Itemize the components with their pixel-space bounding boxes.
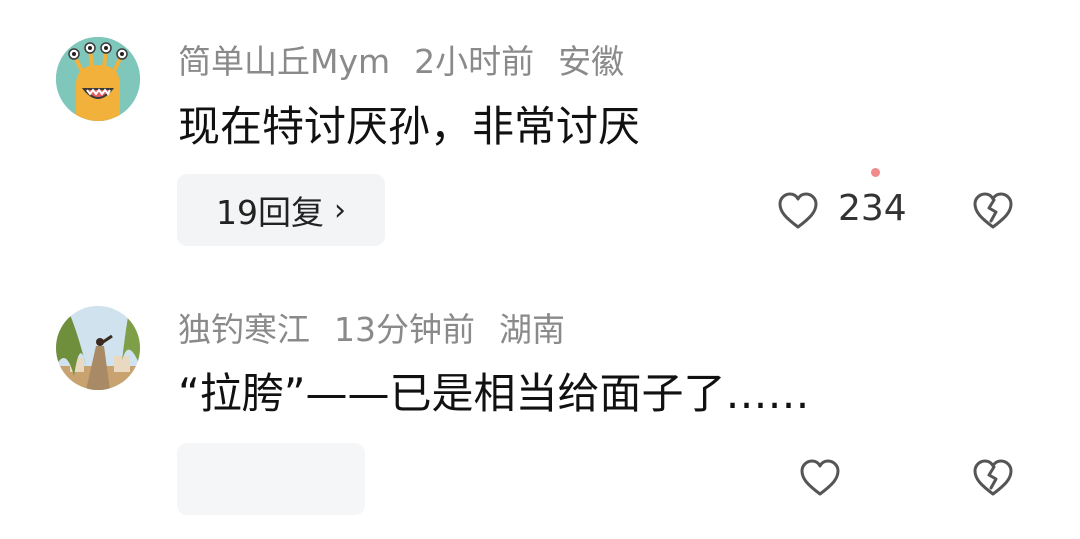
avatar[interactable] — [56, 306, 140, 390]
comment-meta: 独钓寒江 13分钟前 湖南 — [178, 310, 589, 350]
username[interactable]: 独钓寒江 — [178, 310, 310, 349]
timestamp: 2小时前 — [414, 42, 535, 81]
monster-avatar-icon — [56, 37, 140, 121]
avatar[interactable] — [56, 37, 140, 121]
broken-heart-icon[interactable] — [971, 456, 1015, 500]
comment-meta: 简单山丘Mym 2小时前 安徽 — [178, 42, 648, 82]
location: 湖南 — [499, 310, 565, 349]
comment-item: 独钓寒江 13分钟前 湖南 “拉胯”——已是相当给面子了…… — [0, 270, 1080, 539]
comment-item: 简单山丘Mym 2小时前 安徽 现在特讨厌孙，非常讨厌 19回复 › 234 — [0, 0, 1080, 270]
view-replies-button[interactable] — [177, 443, 365, 515]
landscape-avatar-icon — [56, 306, 140, 390]
broken-heart-icon[interactable] — [971, 189, 1015, 233]
username[interactable]: 简单山丘Mym — [178, 42, 390, 81]
view-replies-button[interactable]: 19回复 › — [177, 174, 385, 246]
like-count: 234 — [838, 188, 907, 229]
heart-outline-icon[interactable] — [798, 456, 842, 500]
chevron-right-icon: › — [334, 192, 346, 228]
comment-text: “拉胯”——已是相当给面子了…… — [178, 369, 810, 418]
notification-dot — [871, 168, 880, 177]
comment-text: 现在特讨厌孙，非常讨厌 — [178, 102, 641, 151]
timestamp: 13分钟前 — [334, 310, 475, 349]
reply-count-label: 19回复 — [216, 193, 324, 232]
heart-outline-icon[interactable] — [776, 189, 820, 233]
location: 安徽 — [558, 42, 625, 81]
